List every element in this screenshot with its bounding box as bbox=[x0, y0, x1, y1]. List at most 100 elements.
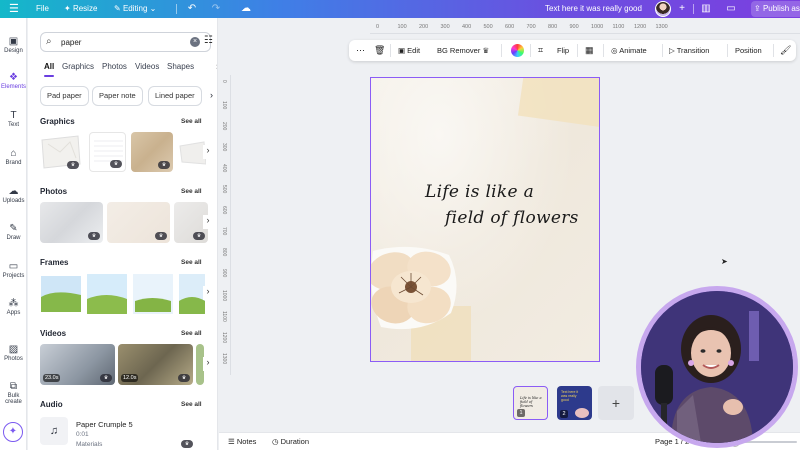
flip-button[interactable]: Flip bbox=[557, 40, 569, 61]
crop-icon[interactable]: ⌗ bbox=[538, 40, 543, 61]
crown-icon: ♛ bbox=[100, 374, 112, 382]
comment-icon[interactable]: ▭ bbox=[725, 3, 737, 15]
edit-button[interactable]: ▣ Edit bbox=[398, 40, 420, 61]
rail-apps[interactable]: ⁂ Apps bbox=[0, 298, 27, 316]
clear-icon[interactable]: × bbox=[190, 37, 200, 47]
transparency-icon[interactable]: ▦ bbox=[585, 40, 594, 61]
graphic-lined-paper[interactable]: ♛ bbox=[89, 132, 126, 172]
rail-uploads[interactable]: ☁ Uploads bbox=[0, 186, 27, 204]
rail-design[interactable]: ▣ Design bbox=[0, 36, 27, 54]
chevron-right-icon[interactable]: › bbox=[216, 61, 217, 71]
ruler-tick-label: 800 bbox=[548, 24, 558, 30]
audio-category: Materials bbox=[76, 441, 103, 448]
trash-icon[interactable]: 🗑 bbox=[374, 40, 385, 61]
rail-draw[interactable]: ✎ Draw bbox=[0, 223, 27, 241]
tab-shapes[interactable]: Shapes bbox=[167, 62, 194, 71]
video-duration: 23.0s bbox=[43, 374, 61, 382]
thumb-text: Text here it was really good bbox=[561, 390, 579, 402]
frame-torn-landscape-4[interactable] bbox=[178, 273, 206, 315]
chevron-right-icon[interactable]: › bbox=[203, 357, 213, 371]
undo-icon[interactable]: ↶ bbox=[186, 3, 198, 15]
tab-all[interactable]: All bbox=[44, 62, 55, 77]
upload-icon: ⇪ bbox=[754, 4, 763, 13]
photo-crumpled-white[interactable]: ♛ bbox=[40, 202, 103, 243]
chevron-right-icon[interactable]: › bbox=[203, 145, 213, 159]
chevron-right-icon[interactable]: › bbox=[210, 90, 213, 100]
hamburger-icon[interactable]: ☰ bbox=[9, 0, 19, 18]
music-note-icon[interactable]: ♫ bbox=[40, 417, 68, 445]
notes-button[interactable]: ☰ Notes bbox=[228, 433, 256, 450]
filter-icon[interactable]: ☷ bbox=[204, 35, 213, 46]
photo-cream-paper[interactable]: ♛ bbox=[107, 202, 170, 243]
magic-assistant-icon[interactable]: ✦ bbox=[3, 422, 23, 442]
position-button[interactable]: Position bbox=[735, 40, 762, 61]
quote-line-1[interactable]: Life is like a bbox=[425, 182, 534, 202]
add-page-button[interactable]: + bbox=[598, 386, 634, 420]
resize-label: Resize bbox=[72, 4, 98, 13]
graphic-torn-paper[interactable] bbox=[178, 132, 206, 172]
vertical-ruler: 0 100 200 300 400 500 600 700 800 900 1000 1100 1200… bbox=[219, 75, 231, 375]
frame-torn-landscape-3[interactable] bbox=[132, 273, 174, 315]
ruler-tick-label: 500 bbox=[221, 185, 227, 194]
animate-button[interactable]: ◎ Animate bbox=[611, 40, 647, 61]
see-all-frames[interactable]: See all bbox=[181, 259, 202, 266]
rail-brand[interactable]: ⌂ Brand bbox=[0, 148, 27, 166]
chip-pad-paper[interactable]: Pad paper bbox=[40, 86, 89, 106]
see-all-graphics[interactable]: See all bbox=[181, 118, 202, 125]
quote-line-2[interactable]: field of flowers bbox=[445, 208, 579, 228]
color-wheel-icon[interactable] bbox=[511, 44, 524, 57]
more-icon[interactable]: ⋯ bbox=[356, 40, 365, 61]
rail-label: Brand bbox=[5, 160, 22, 166]
rail-projects[interactable]: ▭ Projects bbox=[0, 261, 27, 279]
transition-button[interactable]: ▷ Transition bbox=[669, 40, 709, 61]
chip-paper-note[interactable]: Paper note bbox=[92, 86, 143, 106]
publish-button[interactable]: ⇪ Publish as bbox=[751, 1, 800, 17]
rail-text[interactable]: T Text bbox=[0, 110, 27, 128]
rail-bulk-create[interactable]: ⧉ Bulk create bbox=[0, 381, 27, 405]
flower-photo[interactable] bbox=[371, 243, 461, 333]
tab-graphics[interactable]: Graphics bbox=[62, 62, 94, 71]
ruler-tick-label: 900 bbox=[569, 24, 579, 30]
rail-photos[interactable]: ▨ Photos bbox=[0, 344, 27, 362]
graphic-crumpled-paper[interactable]: ♛ bbox=[40, 132, 82, 172]
rail-label: Projects bbox=[2, 273, 25, 279]
see-all-videos[interactable]: See all bbox=[181, 330, 202, 337]
cloud-sync-icon[interactable]: ☁ bbox=[240, 3, 252, 15]
video-laptop-paper[interactable]: 23.0s ♛ bbox=[40, 344, 115, 385]
frame-torn-landscape-2[interactable] bbox=[86, 273, 128, 315]
graphic-kraft-paper[interactable]: ♛ bbox=[131, 132, 173, 172]
redo-icon[interactable]: ↷ bbox=[210, 3, 222, 15]
chevron-right-icon[interactable]: › bbox=[203, 286, 213, 300]
tab-photos[interactable]: Photos bbox=[102, 62, 127, 71]
add-collaborator-icon[interactable]: + bbox=[676, 3, 688, 15]
search-input[interactable] bbox=[61, 36, 171, 49]
chevron-right-icon[interactable]: › bbox=[203, 215, 213, 229]
page-thumbnail-2[interactable]: Text here it was really good 2 bbox=[557, 386, 592, 420]
duration-button[interactable]: ◷ Duration bbox=[272, 433, 309, 450]
rail-elements[interactable]: ❖ Elements bbox=[0, 72, 27, 90]
paint-roller-icon[interactable]: 🖌 bbox=[780, 40, 791, 61]
crown-icon: ♛ bbox=[158, 161, 170, 169]
avatar[interactable] bbox=[655, 1, 671, 17]
file-menu[interactable]: File bbox=[36, 0, 49, 18]
crown-icon: ♛ bbox=[110, 160, 122, 168]
rail-label: Design bbox=[4, 48, 23, 54]
paper-tape-top[interactable] bbox=[517, 78, 599, 129]
insights-icon[interactable]: ▥ bbox=[700, 3, 712, 15]
design-page[interactable]: Life is like a field of flowers bbox=[370, 77, 600, 362]
resize-button[interactable]: ✦ Resize bbox=[64, 0, 97, 18]
see-all-audio[interactable]: See all bbox=[181, 401, 202, 408]
thumb-text: Life is like a field of flowers bbox=[520, 396, 542, 408]
see-all-photos[interactable]: See all bbox=[181, 188, 202, 195]
page-thumbnail-1[interactable]: Life is like a field of flowers 1 bbox=[513, 386, 548, 420]
ruler-tick-label: 300 bbox=[221, 143, 227, 152]
document-title[interactable]: Text here it was really good bbox=[545, 0, 642, 18]
frame-torn-landscape-1[interactable] bbox=[40, 273, 82, 315]
video-money-bills[interactable]: 12.0s ♛ bbox=[118, 344, 193, 385]
ruler-tick-label: 800 bbox=[221, 248, 227, 257]
editing-mode-button[interactable]: ✎ Editing ⌄ bbox=[114, 0, 156, 18]
bg-remover-button[interactable]: BG Remover ♛ bbox=[437, 40, 489, 61]
audio-title[interactable]: Paper Crumple 5 bbox=[76, 420, 133, 429]
tab-videos[interactable]: Videos bbox=[135, 62, 159, 71]
chip-lined-paper[interactable]: Lined paper bbox=[148, 86, 202, 106]
